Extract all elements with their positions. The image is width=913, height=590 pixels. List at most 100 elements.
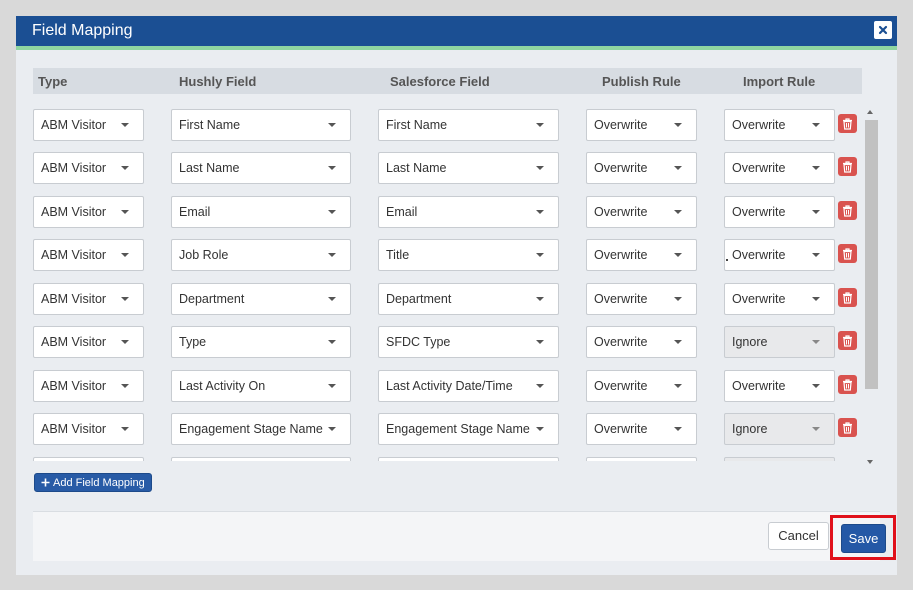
salesforce-field-select-value: Email bbox=[386, 205, 418, 219]
hushly-field-select-value: Last Activity On bbox=[179, 379, 266, 393]
chevron-down-icon bbox=[536, 297, 544, 301]
chevron-down-icon bbox=[812, 297, 820, 301]
publish-rule-select[interactable]: Overwrite bbox=[586, 109, 697, 141]
hushly-field-select[interactable]: First Name bbox=[171, 109, 351, 141]
trash-icon bbox=[843, 378, 852, 391]
table-header: Type Hushly Field Salesforce Field Publi… bbox=[33, 68, 862, 94]
plus-icon bbox=[41, 478, 50, 487]
chevron-down-icon bbox=[536, 123, 544, 127]
publish-rule-select[interactable]: Overwrite bbox=[586, 413, 697, 445]
add-field-mapping-button[interactable]: Add Field Mapping bbox=[34, 473, 152, 492]
hushly-field-select[interactable]: Email bbox=[171, 196, 351, 228]
chevron-down-icon bbox=[121, 427, 129, 431]
salesforce-field-select[interactable]: Last Name bbox=[378, 152, 559, 184]
type-select[interactable]: ABM Visitor bbox=[33, 283, 144, 315]
chevron-down-icon bbox=[328, 297, 336, 301]
chevron-down-icon bbox=[674, 253, 682, 257]
publish-rule-select[interactable]: Overwrite bbox=[586, 370, 697, 402]
mapping-row: ABM Visitor Engagement Stage Name Engageme… bbox=[33, 413, 883, 447]
scroll-down-arrow-icon[interactable] bbox=[867, 460, 873, 464]
salesforce-field-select[interactable]: Department bbox=[378, 283, 559, 315]
save-button[interactable]: Save bbox=[841, 524, 886, 553]
hushly-field-select[interactable]: Type bbox=[171, 326, 351, 358]
cancel-button[interactable]: Cancel bbox=[768, 522, 829, 550]
import-rule-select[interactable]: Overwrite bbox=[724, 152, 835, 184]
salesforce-field-select-value: Last Activity Date/Time bbox=[386, 379, 513, 393]
trash-icon bbox=[843, 160, 852, 173]
chevron-down-icon bbox=[812, 427, 820, 431]
type-select-value: ABM Visitor bbox=[41, 422, 107, 436]
chevron-down-icon bbox=[674, 427, 682, 431]
delete-row-button[interactable] bbox=[838, 375, 857, 394]
import-rule-select: Ignore bbox=[724, 413, 835, 445]
hushly-field-select[interactable]: Last Activity On bbox=[171, 370, 351, 402]
import-rule-select-value: Overwrite bbox=[732, 379, 786, 393]
publish-rule-select[interactable]: Overwrite bbox=[586, 239, 697, 271]
publish-rule-select[interactable]: Overwrite bbox=[586, 152, 697, 184]
hushly-field-select[interactable] bbox=[171, 457, 351, 461]
type-select[interactable]: ABM Visitor bbox=[33, 152, 144, 184]
hushly-field-select[interactable]: Job Role bbox=[171, 239, 351, 271]
scroll-thumb[interactable] bbox=[865, 120, 878, 389]
publish-rule-select[interactable] bbox=[586, 457, 697, 461]
salesforce-field-select-value: SFDC Type bbox=[386, 335, 451, 349]
chevron-down-icon bbox=[121, 123, 129, 127]
hushly-field-select[interactable]: Last Name bbox=[171, 152, 351, 184]
salesforce-field-select[interactable]: First Name bbox=[378, 109, 559, 141]
salesforce-field-select-value: Department bbox=[386, 292, 452, 306]
mapping-row: ABM Visitor Last Activity On Last Activity… bbox=[33, 370, 883, 404]
publish-rule-select-value: Overwrite bbox=[594, 248, 648, 262]
chevron-down-icon bbox=[812, 340, 820, 344]
delete-row-button[interactable] bbox=[838, 114, 857, 133]
hushly-field-select-value: First Name bbox=[179, 118, 241, 132]
import-rule-select[interactable]: Overwrite bbox=[724, 283, 835, 315]
type-select[interactable]: ABM Visitor bbox=[33, 370, 144, 402]
import-rule-select[interactable]: Overwrite bbox=[724, 370, 835, 402]
salesforce-field-select[interactable]: Last Activity Date/Time bbox=[378, 370, 559, 402]
salesforce-field-select-value: Engagement Stage Name bbox=[386, 422, 530, 436]
salesforce-field-select[interactable]: Engagement Stage Name bbox=[378, 413, 559, 445]
field-mapping-modal: Field Mapping Type Hushly Field Salesfor… bbox=[16, 16, 897, 575]
hushly-field-select[interactable]: Department bbox=[171, 283, 351, 315]
publish-rule-select[interactable]: Overwrite bbox=[586, 283, 697, 315]
publish-rule-select[interactable]: Overwrite bbox=[586, 326, 697, 358]
chevron-down-icon bbox=[536, 340, 544, 344]
delete-row-button[interactable] bbox=[838, 288, 857, 307]
trash-icon bbox=[843, 117, 852, 130]
type-select[interactable]: ABM Visitor bbox=[33, 326, 144, 358]
salesforce-field-select[interactable]: Title bbox=[378, 239, 559, 271]
type-select-value: ABM Visitor bbox=[41, 205, 107, 219]
type-select-value: ABM Visitor bbox=[41, 292, 107, 306]
publish-rule-select[interactable]: Overwrite bbox=[586, 196, 697, 228]
publish-rule-select-value: Overwrite bbox=[594, 205, 648, 219]
mapping-row: ABM Visitor Department Department Overwrite… bbox=[33, 283, 883, 317]
delete-row-button[interactable] bbox=[838, 244, 857, 263]
type-select[interactable]: ABM Visitor bbox=[33, 109, 144, 141]
modal-header: Field Mapping bbox=[16, 16, 897, 50]
delete-row-button[interactable] bbox=[838, 331, 857, 350]
import-rule-select[interactable]: Overwrite bbox=[724, 109, 835, 141]
rows-scrollbar[interactable] bbox=[864, 108, 878, 464]
delete-row-button[interactable] bbox=[838, 201, 857, 220]
salesforce-field-select[interactable] bbox=[378, 457, 559, 461]
mapping-rows: ABM Visitor First Name First Name Overwrite… bbox=[33, 109, 883, 461]
type-select-value: ABM Visitor bbox=[41, 335, 107, 349]
scroll-up-arrow-icon[interactable] bbox=[867, 110, 873, 114]
salesforce-field-select[interactable]: Email bbox=[378, 196, 559, 228]
type-select-value: ABM Visitor bbox=[41, 379, 107, 393]
import-rule-select[interactable]: Overwrite bbox=[724, 196, 835, 228]
type-select[interactable]: ABM Visitor bbox=[33, 239, 144, 271]
close-button[interactable] bbox=[874, 21, 892, 39]
type-select[interactable] bbox=[33, 457, 144, 461]
type-select[interactable]: ABM Visitor bbox=[33, 413, 144, 445]
salesforce-field-select[interactable]: SFDC Type bbox=[378, 326, 559, 358]
delete-row-button[interactable] bbox=[838, 418, 857, 437]
hushly-field-select-value: Email bbox=[179, 205, 211, 219]
import-rule-select[interactable]: Overwrite bbox=[724, 239, 835, 271]
mapping-row: ABM Visitor Last Name Last Name Overwrite Ov… bbox=[33, 152, 883, 186]
type-select[interactable]: ABM Visitor bbox=[33, 196, 144, 228]
delete-row-button[interactable] bbox=[838, 157, 857, 176]
chevron-down-icon bbox=[812, 253, 820, 257]
hushly-field-select[interactable]: Engagement Stage Name bbox=[171, 413, 351, 445]
hushly-field-select-value: Department bbox=[179, 292, 245, 306]
